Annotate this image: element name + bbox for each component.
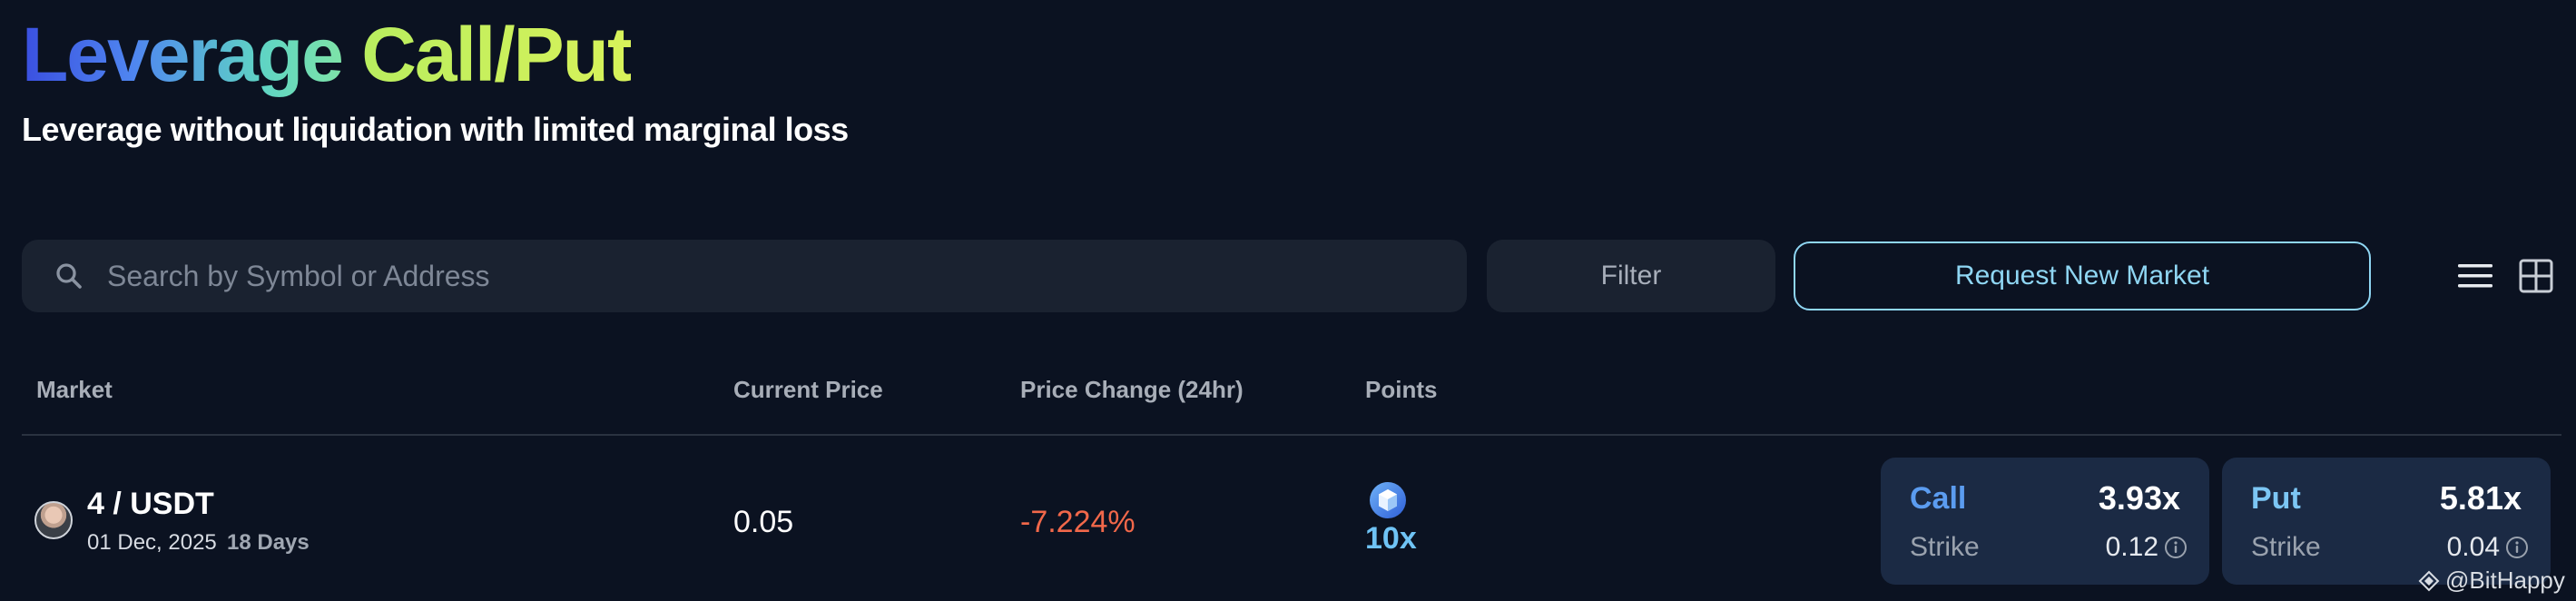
current-price: 0.05 [733, 505, 794, 539]
page-title-part2: Call/Put [361, 12, 633, 97]
column-header-price-change[interactable]: Price Change (24hr) [1020, 376, 1244, 404]
request-new-market-button[interactable]: Request New Market [1794, 241, 2371, 310]
call-strike-value: 0.12 [2105, 532, 2158, 562]
info-icon[interactable] [2164, 536, 2188, 559]
market-days-remaining: 18 Days [227, 530, 310, 555]
watermark-logo-icon [2418, 570, 2440, 591]
call-strike-label: Strike [1910, 532, 1980, 562]
column-header-current-price[interactable]: Current Price [733, 376, 883, 404]
points-badge-icon [1370, 482, 1406, 518]
market-name: 4 / USDT [87, 487, 214, 521]
page-title: Leverage Call/Put [22, 9, 633, 100]
put-strike-value: 0.04 [2446, 532, 2500, 562]
search-bar[interactable] [22, 240, 1467, 312]
market-expiry-date: 01 Dec, 2025 [87, 530, 217, 555]
list-view-icon[interactable] [2456, 258, 2494, 294]
grid-view-icon[interactable] [2518, 258, 2554, 294]
price-change: -7.224% [1020, 505, 1136, 539]
put-label: Put [2251, 481, 2301, 516]
call-label: Call [1910, 481, 1967, 516]
market-avatar [34, 501, 73, 539]
column-header-market[interactable]: Market [36, 376, 113, 404]
put-multiplier: 5.81x [2439, 479, 2522, 517]
points-multiplier: 10x [1365, 521, 1417, 556]
search-input[interactable] [107, 249, 1467, 303]
info-icon[interactable] [2505, 536, 2529, 559]
put-card[interactable]: Put 5.81x Strike 0.04 [2222, 458, 2551, 585]
page-title-part1: Leverage [22, 12, 344, 97]
search-icon [56, 263, 82, 289]
column-header-points[interactable]: Points [1365, 376, 1437, 404]
call-card[interactable]: Call 3.93x Strike 0.12 [1881, 458, 2209, 585]
watermark-text: @BitHappy [2445, 567, 2565, 594]
table-divider [22, 434, 2561, 436]
put-strike-label: Strike [2251, 532, 2321, 562]
page: Leverage Call/Put Leverage without liqui… [0, 0, 2576, 601]
page-subtitle: Leverage without liquidation with limite… [22, 111, 849, 148]
filter-button[interactable]: Filter [1487, 240, 1775, 312]
watermark: @BitHappy [2418, 567, 2565, 595]
call-multiplier: 3.93x [2098, 479, 2180, 517]
